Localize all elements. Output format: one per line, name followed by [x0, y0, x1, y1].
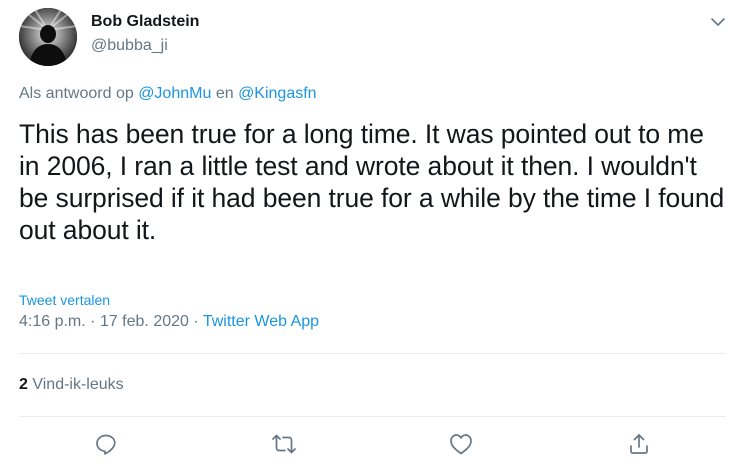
- divider: [19, 416, 726, 417]
- translate-tweet-link[interactable]: Tweet vertalen: [19, 292, 110, 308]
- retweet-icon: [271, 432, 297, 461]
- like-button[interactable]: [446, 431, 476, 461]
- share-button[interactable]: [624, 431, 654, 461]
- avatar[interactable]: [19, 8, 77, 66]
- likes-label: Vind-ik-leuks: [32, 376, 124, 393]
- more-options-button[interactable]: [705, 10, 731, 36]
- likes-stat[interactable]: 2 Vind-ik-leuks: [19, 376, 124, 394]
- likes-count: 2: [19, 376, 28, 393]
- reply-button[interactable]: [91, 431, 121, 461]
- author-handle[interactable]: @bubba_ji: [91, 37, 168, 55]
- chevron-down-icon: [711, 14, 725, 32]
- heart-icon: [449, 433, 473, 460]
- reply-context-joiner: en: [215, 85, 234, 102]
- reply-icon: [94, 432, 118, 461]
- tweet-time[interactable]: 4:16 p.m.: [19, 313, 86, 330]
- tweet-source-link[interactable]: Twitter Web App: [203, 313, 319, 330]
- author-display-name[interactable]: Bob Gladstein: [91, 13, 199, 31]
- tweet-date[interactable]: 17 feb. 2020: [100, 313, 189, 330]
- divider: [19, 353, 726, 354]
- share-icon: [627, 432, 651, 461]
- tweet-detail: Bob Gladstein @bubba_ji Als antwoord op …: [0, 0, 744, 475]
- reply-context-prefix: Als antwoord op: [19, 85, 134, 102]
- tweet-meta: 4:16 p.m. · 17 feb. 2020 · Twitter Web A…: [19, 313, 319, 331]
- reply-context: Als antwoord op @JohnMu en @Kingasfn: [19, 85, 317, 103]
- tweet-text: This has been true for a long time. It w…: [19, 119, 725, 245]
- meta-separator: ·: [90, 313, 96, 330]
- mention-link-johnmu[interactable]: @JohnMu: [138, 85, 211, 102]
- mention-link-kingasfn[interactable]: @Kingasfn: [238, 85, 317, 102]
- retweet-button[interactable]: [269, 431, 299, 461]
- meta-separator-2: ·: [193, 313, 199, 330]
